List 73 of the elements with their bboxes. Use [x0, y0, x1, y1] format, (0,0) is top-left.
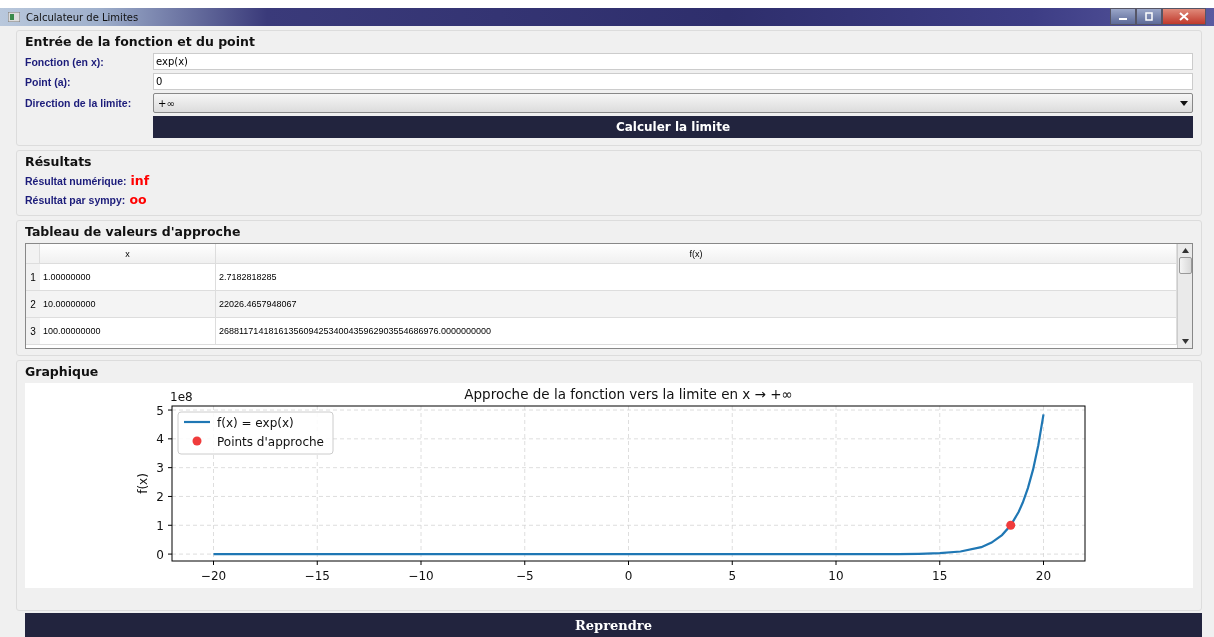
y-tick	[167, 409, 173, 411]
x-tick-label: 0	[624, 569, 633, 583]
y-tick-label: 5	[156, 403, 164, 418]
legend-label: f(x) = exp(x)	[217, 416, 294, 430]
result-value: inf	[130, 173, 150, 188]
x-tick-label: 15	[932, 569, 948, 583]
minimize-button[interactable]	[1110, 8, 1136, 25]
row-number: 1	[26, 264, 40, 291]
field-label: Direction de la limite:	[25, 97, 133, 109]
column-header[interactable]: f(x)	[216, 244, 1177, 264]
scrollbar-thumb[interactable]	[1178, 257, 1192, 274]
y-tick-label: 4	[156, 432, 164, 447]
y-tick	[167, 467, 173, 469]
table-cell: 26881171418161356094253400435962903554686976.0000000000	[216, 318, 1177, 345]
input-field[interactable]: exp(x)	[153, 53, 1193, 70]
maximize-icon	[1144, 12, 1154, 21]
x-tick-label: 10	[828, 569, 844, 583]
result-label: Résultat numérique:	[25, 174, 127, 187]
group-title: Tableau de valeurs d'approche	[25, 224, 242, 239]
legend-label: Points d'approche	[217, 435, 324, 449]
x-tick	[1043, 560, 1044, 566]
group-title: Graphique	[25, 364, 100, 379]
close-button[interactable]	[1162, 8, 1206, 25]
x-tick-label: −5	[515, 569, 534, 583]
x-tick	[420, 560, 422, 566]
scroll-up-icon	[1181, 248, 1189, 253]
restart-button[interactable]: Reprendre	[25, 613, 1202, 637]
x-tick	[524, 560, 526, 566]
y-tick-label: 3	[156, 461, 164, 476]
table-cell: 22026.4657948067	[216, 291, 1177, 318]
direction-dropdown[interactable]: +∞	[153, 93, 1193, 113]
field-label: Point (a):	[25, 75, 72, 88]
app-icon	[8, 12, 20, 22]
x-tick-label: −15	[304, 569, 330, 583]
result-value: oo	[129, 192, 147, 207]
maximize-button[interactable]	[1136, 8, 1162, 25]
column-header[interactable]: x	[40, 244, 216, 264]
scrollbar[interactable]	[1177, 244, 1192, 348]
x-tick-label: −20	[200, 569, 227, 583]
y-tick-label: 0	[156, 547, 164, 562]
table-cell: 100.00000000	[40, 318, 216, 345]
y-axis-label: f(x)	[136, 473, 150, 494]
group-title: Résultats	[25, 154, 93, 169]
input-field[interactable]: 0	[153, 73, 1193, 90]
y-tick	[167, 495, 173, 497]
y-tick	[167, 524, 173, 526]
x-tick-label: 20	[1035, 569, 1052, 583]
x-tick	[731, 560, 733, 566]
table-cell: 10.00000000	[40, 291, 216, 318]
group-title: Entrée de la fonction et du point	[25, 34, 256, 49]
x-tick-label: 5	[728, 569, 737, 583]
row-number: 3	[26, 318, 40, 345]
y-tick-label: 1	[156, 518, 164, 533]
result-label: Résultat par sympy:	[25, 193, 126, 206]
axis-offset-label: 1e8	[170, 390, 193, 404]
x-tick	[213, 560, 214, 566]
x-tick-label: −10	[408, 569, 434, 583]
calculate-button[interactable]: Calculer la limite	[153, 116, 1193, 138]
y-tick	[167, 438, 173, 440]
window-title: Calculateur de Limites	[26, 11, 139, 23]
field-label: Fonction (en x):	[25, 55, 105, 68]
x-tick	[628, 560, 629, 566]
scroll-down-icon	[1181, 339, 1189, 344]
x-tick	[835, 560, 837, 566]
close-icon	[1179, 12, 1189, 21]
chart-title: Approche de la fonction vers la limite en x → +∞	[464, 386, 793, 402]
y-tick-label: 2	[156, 489, 164, 504]
x-tick	[316, 560, 318, 566]
dropdown-caret-icon	[1180, 100, 1188, 106]
header-corner	[26, 244, 40, 264]
x-tick	[939, 560, 941, 566]
y-tick	[167, 553, 173, 555]
row-number: 2	[26, 291, 40, 318]
